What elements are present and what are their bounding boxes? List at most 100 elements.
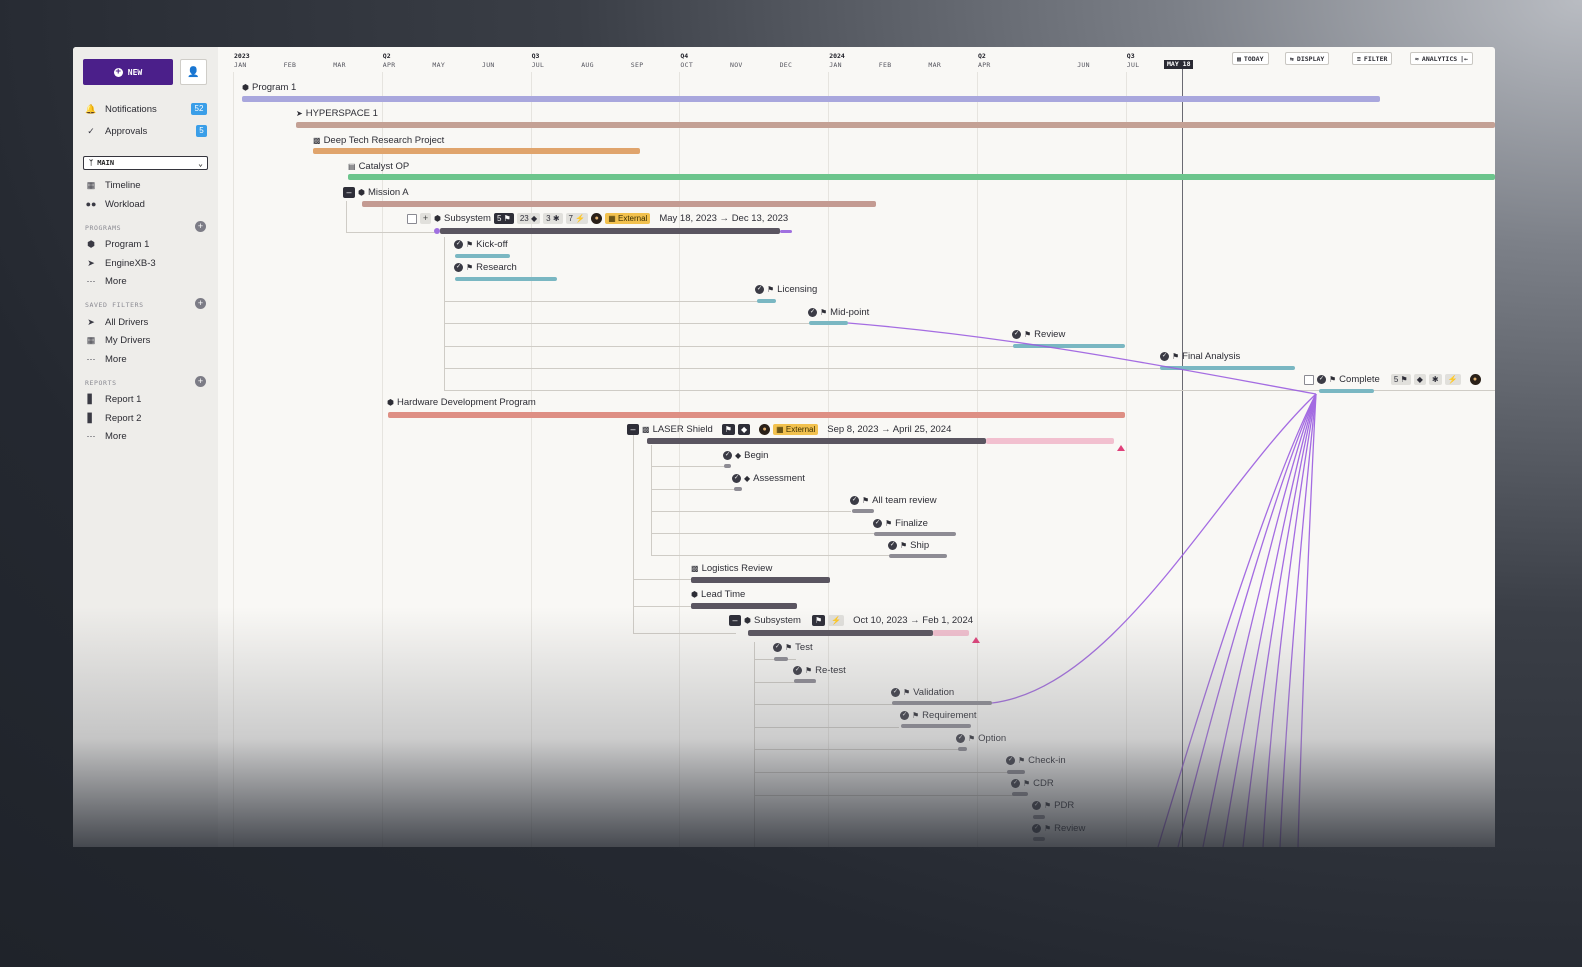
cube-icon: ⬢ (358, 188, 365, 197)
collapse-icon[interactable]: – (627, 424, 639, 435)
row-label: Research (476, 262, 517, 273)
row-licensing[interactable]: ✓ ⚑ Licensing (755, 284, 817, 295)
external-tag[interactable]: ▦ External (605, 213, 651, 224)
branch-select[interactable]: ᛉ MAIN ⌄ (83, 156, 208, 170)
external-tag[interactable]: ▦ External (773, 424, 819, 435)
row-kickoff[interactable]: ✓ ⚑ Kick-off (454, 239, 508, 250)
star-count-tag[interactable]: 3 ✱ (543, 213, 563, 224)
row-validation[interactable]: ✓ ⚑ Validation (891, 687, 954, 698)
diamond-tag[interactable]: ◆ (1413, 374, 1426, 385)
sidebar-item-workload[interactable]: ●● Workload (85, 196, 145, 212)
dependency-line (1157, 393, 1317, 847)
bar-chart-icon: ▋ (87, 393, 95, 404)
add-report-icon[interactable]: + (195, 376, 206, 387)
collapse-icon[interactable]: – (729, 615, 741, 626)
bell-icon: 🔔 (85, 103, 97, 114)
row-begin[interactable]: ✓ ◆ Begin (723, 450, 768, 461)
row-checkbox[interactable] (407, 213, 417, 224)
check-circle-icon: ✓ (900, 711, 909, 720)
row-hardware[interactable]: ⬢ Hardware Development Program (387, 397, 536, 408)
milestone-count-tag[interactable]: 5 ⚑ (1390, 374, 1411, 385)
check-circle-icon: ✓ (1032, 824, 1041, 833)
row-retest[interactable]: ✓ ⚑ Re-test (793, 665, 846, 676)
diamond-count-tag[interactable]: 23 ◆ (516, 213, 541, 224)
add-program-icon[interactable]: + (195, 221, 206, 232)
bolt-count-tag[interactable]: 7 ⚡ (565, 213, 589, 224)
sidebar-item-timeline[interactable]: ▦ Timeline (85, 177, 141, 193)
expand-icon[interactable]: + (420, 213, 431, 224)
row-label: Complete (1339, 374, 1380, 385)
flag-icon: ⚑ (805, 666, 813, 675)
row-all-team-review[interactable]: ✓ ⚑ All team review (850, 495, 937, 506)
sidebar-item-label: Report 2 (105, 412, 142, 424)
row-cdr[interactable]: ✓ ⚑ CDR (1011, 778, 1054, 789)
row-option[interactable]: ✓ ⚑ Option (956, 733, 1006, 744)
row-lead-time[interactable]: ⬢ Lead Time (691, 589, 745, 600)
sidebar-item-reports-more[interactable]: ⋯ More (85, 428, 127, 444)
avatar[interactable]: ● (759, 424, 771, 435)
sidebar-item-report-1[interactable]: ▋ Report 1 (85, 391, 142, 407)
new-button[interactable]: + NEW (83, 59, 173, 85)
sidebar-item-programs-more[interactable]: ⋯ More (85, 273, 127, 289)
sidebar-item-notifications[interactable]: 🔔 Notifications (85, 101, 156, 117)
milestone-tag[interactable]: ⚑ (811, 615, 826, 626)
diamond-tag[interactable]: ◆ (737, 424, 751, 435)
row-mission-a[interactable]: – ⬢ Mission A (343, 187, 409, 198)
avatar[interactable]: ● (591, 213, 603, 224)
add-filter-icon[interactable]: + (195, 298, 206, 309)
row-subsystem-2[interactable]: – ⬢ Subsystem ⚑ ⚡ Oct 10, 2023 → Feb 1, … (729, 615, 973, 626)
more-icon: ⋯ (86, 353, 96, 364)
sidebar-item-program-1[interactable]: ⬢ Program 1 (85, 236, 149, 252)
row-final-analysis[interactable]: ✓ ⚑ Final Analysis (1160, 351, 1240, 362)
robot-icon: ▩ (313, 136, 321, 145)
sidebar-item-all-drivers[interactable]: ➤ All Drivers (85, 314, 148, 330)
row-label: Finalize (895, 518, 928, 529)
row-midpoint[interactable]: ✓ ⚑ Mid-point (808, 307, 869, 318)
row-label: Logistics Review (701, 563, 773, 574)
row-requirement[interactable]: ✓ ⚑ Requirement (900, 710, 977, 721)
row-program-1[interactable]: ⬢ Program 1 (242, 82, 296, 93)
star-tag[interactable]: ✱ (1428, 374, 1442, 385)
dependency-lines (434, 228, 1317, 847)
app-window: + NEW 👤 🔔 Notifications 52 ✓ Approvals 5… (73, 47, 1495, 847)
milestone-tag[interactable]: ⚑ (721, 424, 735, 435)
sidebar-item-my-drivers[interactable]: ▦ My Drivers (85, 332, 151, 348)
bolt-tag[interactable]: ⚡ (828, 615, 845, 626)
row-complete[interactable]: ✓ ⚑ Complete 5 ⚑ ◆ ✱ ⚡ ● (1304, 374, 1481, 385)
row-hyperspace[interactable]: ➤ HYPERSPACE 1 (296, 108, 378, 119)
collapse-icon[interactable]: – (343, 187, 355, 198)
date-range: Sep 8, 2023 → April 25, 2024 (827, 424, 952, 435)
sidebar-item-filters-more[interactable]: ⋯ More (85, 351, 127, 367)
sidebar-item-approvals[interactable]: ✓ Approvals (85, 123, 147, 139)
row-pdr[interactable]: ✓ ⚑ PDR (1032, 800, 1074, 811)
row-ship[interactable]: ✓ ⚑ Ship (888, 540, 929, 551)
sidebar-item-enginexb-3[interactable]: ➤ EngineXB-3 (85, 255, 155, 271)
avatar[interactable]: ● (1469, 374, 1481, 385)
bolt-tag[interactable]: ⚡ (1444, 374, 1461, 385)
flag-icon: ⚑ (503, 214, 511, 223)
row-review-2[interactable]: ✓ ⚑ Review (1032, 823, 1085, 834)
row-catalyst[interactable]: ▤ Catalyst OP (348, 161, 409, 172)
row-checkbox[interactable] (1304, 374, 1314, 385)
sidebar-item-report-2[interactable]: ▋ Report 2 (85, 410, 142, 426)
timeline-canvas[interactable]: JAN FEB MAR APR MAY JUN JUL AUG SEP OCT NOV DEC JAN F… (218, 47, 1495, 847)
row-test[interactable]: ✓ ⚑ Test (773, 642, 813, 653)
row-subsystem[interactable]: + ⬢ Subsystem 5 ⚑ 23 ◆ 3 ✱ 7 ⚡ ● ▦ Exter… (407, 213, 788, 224)
chevron-down-icon: ⌄ (198, 158, 203, 168)
invite-user-button[interactable]: 👤 (180, 59, 207, 85)
check-circle-icon: ✓ (454, 263, 463, 272)
row-research[interactable]: ✓ ⚑ Research (454, 262, 517, 273)
row-assessment[interactable]: ✓ ◆ Assessment (732, 473, 805, 484)
add-user-icon: 👤 (187, 66, 200, 78)
bolt-icon: ⚡ (831, 616, 842, 625)
row-deeptech[interactable]: ▩ Deep Tech Research Project (313, 135, 444, 146)
row-laser-shield[interactable]: – ▩ LASER Shield ⚑ ◆ ● ▦ External Sep 8,… (627, 424, 951, 435)
row-review[interactable]: ✓ ⚑ Review (1012, 329, 1065, 340)
flag-icon: ⚑ (1400, 375, 1408, 384)
diamond-icon: ◆ (740, 425, 748, 434)
row-finalize[interactable]: ✓ ⚑ Finalize (873, 518, 928, 529)
milestone-count-tag[interactable]: 5 ⚑ (493, 213, 514, 224)
row-logistics-review[interactable]: ▩ Logistics Review (691, 563, 772, 574)
row-checkin[interactable]: ✓ ⚑ Check-in (1006, 755, 1066, 766)
flag-icon: ⚑ (885, 519, 893, 528)
